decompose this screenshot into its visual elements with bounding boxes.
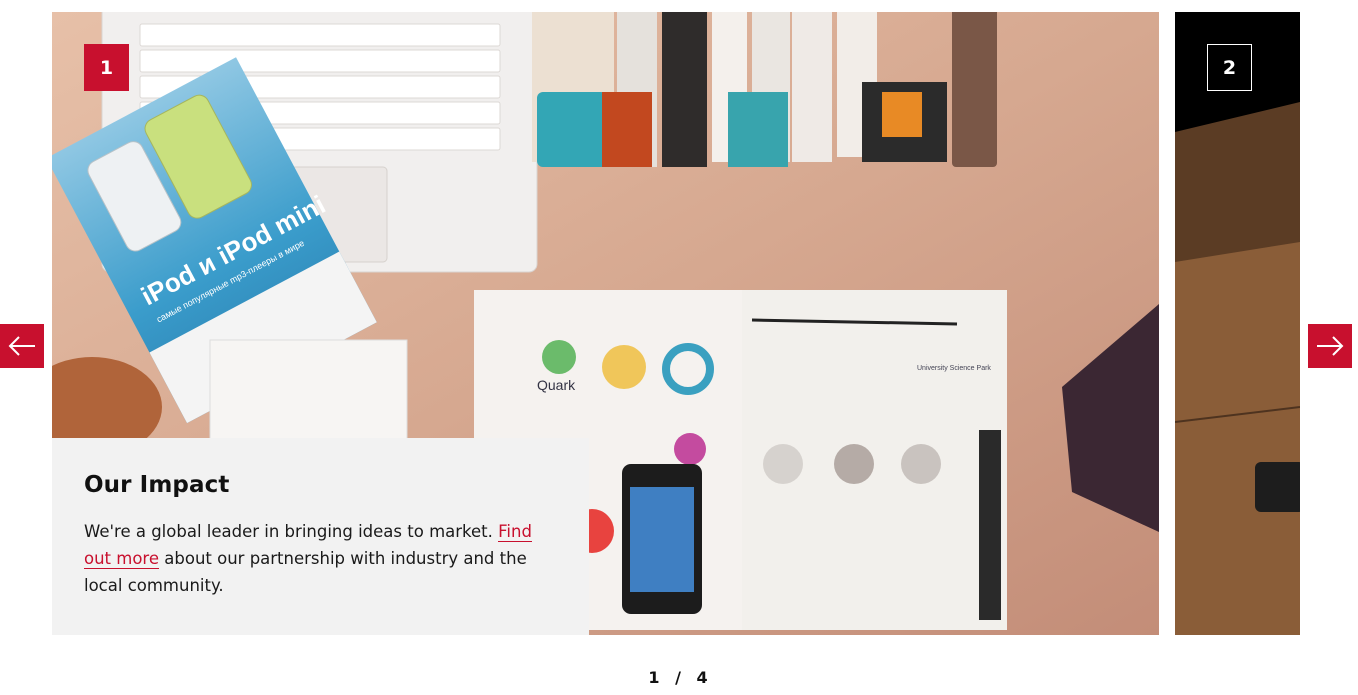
- slide-number-badge: 1: [84, 44, 129, 91]
- quark-logo-text: Quark: [537, 377, 576, 393]
- pager-current: 1: [648, 668, 662, 687]
- smartphone: [622, 464, 702, 614]
- slide-pager: 1 / 4: [0, 668, 1358, 687]
- pager-total: 4: [696, 668, 710, 687]
- slide-caption: Our Impact We're a global leader in brin…: [52, 438, 589, 635]
- book-page-heading: University Science Park: [917, 365, 991, 372]
- next-slide-button[interactable]: [1308, 324, 1352, 368]
- arrow-right-icon: [1317, 336, 1344, 356]
- slide-2[interactable]: 2: [1175, 12, 1300, 635]
- caption-text: We're a global leader in bringing ideas …: [84, 518, 557, 599]
- pager-separator: /: [675, 668, 683, 687]
- image-carousel: iPod и iPod mini самые популярные mp3-пл…: [0, 0, 1358, 695]
- caption-text-start: We're a global leader in bringing ideas …: [84, 522, 499, 541]
- previous-slide-button[interactable]: [0, 324, 44, 368]
- slide-2-photo: [1175, 12, 1300, 635]
- slide-number-badge-2: 2: [1207, 44, 1252, 91]
- slide-1: iPod и iPod mini самые популярные mp3-пл…: [52, 12, 1159, 635]
- caption-title: Our Impact: [84, 472, 230, 498]
- arrow-left-icon: [8, 336, 35, 356]
